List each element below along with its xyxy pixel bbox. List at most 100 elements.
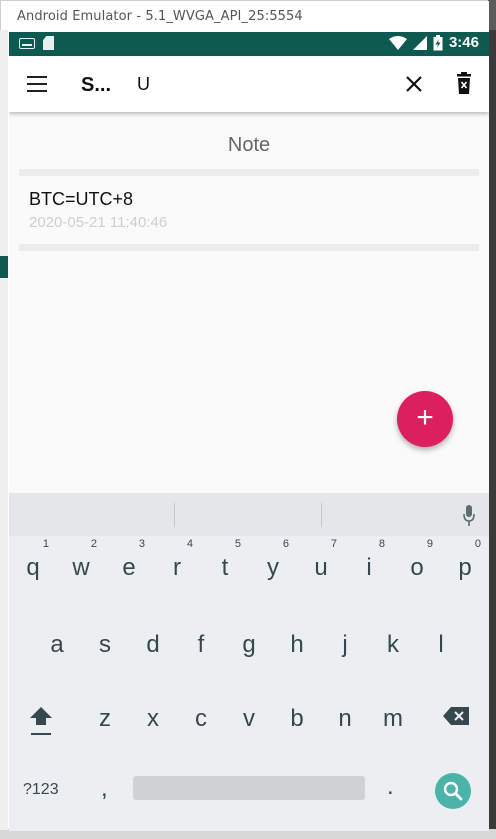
note-title: BTC=UTC+8	[29, 189, 134, 209]
search-key[interactable]	[435, 773, 471, 809]
desktop-background-left-accent	[0, 256, 8, 278]
key-b[interactable]: b	[277, 689, 317, 733]
key-l[interactable]: l	[421, 615, 461, 659]
key-label: l	[438, 631, 444, 658]
key-label: k	[387, 631, 399, 658]
shift-icon[interactable]	[29, 705, 53, 737]
key-label: b	[290, 705, 304, 732]
backspace-icon[interactable]	[443, 707, 469, 725]
key-label: y	[267, 554, 279, 581]
key-hint: 6	[282, 538, 289, 550]
key-t[interactable]: 5t	[205, 538, 245, 582]
app-title: S...	[81, 74, 112, 96]
key-e[interactable]: 3e	[109, 538, 149, 582]
emulator-window: Android Emulator - 5.1_WVGA_API_25:5554	[0, 0, 489, 831]
menu-icon[interactable]	[27, 76, 47, 92]
key-n[interactable]: n	[325, 689, 365, 733]
key-x[interactable]: x	[133, 689, 173, 733]
key-label: q	[26, 554, 40, 581]
key-v[interactable]: v	[229, 689, 269, 733]
window-title-bar[interactable]: Android Emulator - 5.1_WVGA_API_25:5554	[1, 1, 489, 32]
add-note-button[interactable]: +	[397, 391, 453, 447]
key-label: e	[122, 554, 136, 581]
key-hint: 3	[138, 538, 145, 550]
delete-icon[interactable]	[455, 72, 473, 94]
key-label: c	[195, 705, 207, 732]
key-hint: 7	[330, 538, 337, 550]
key-hint: 2	[90, 538, 97, 550]
key-label: o	[410, 554, 424, 581]
key-m[interactable]: m	[373, 689, 413, 733]
window-title: Android Emulator - 5.1_WVGA_API_25:5554	[17, 9, 303, 24]
symbols-key[interactable]: ?123	[23, 781, 59, 799]
suggestion-bar	[9, 493, 489, 536]
key-f[interactable]: f	[181, 615, 221, 659]
desktop-background-right	[488, 30, 496, 839]
key-hint: 9	[426, 538, 433, 550]
key-c[interactable]: c	[181, 689, 221, 733]
suggestion-divider	[321, 503, 322, 527]
key-z[interactable]: z	[85, 689, 125, 733]
key-label: u	[314, 554, 328, 581]
battery-icon	[433, 34, 443, 50]
key-label: t	[221, 554, 229, 581]
key-label: a	[50, 631, 64, 658]
key-label: j	[342, 631, 348, 658]
key-w[interactable]: 2w	[61, 538, 101, 582]
key-k[interactable]: k	[373, 615, 413, 659]
key-label: n	[338, 705, 352, 732]
key-label: m	[383, 705, 403, 732]
close-icon[interactable]	[403, 73, 425, 95]
key-j[interactable]: j	[325, 615, 365, 659]
key-q[interactable]: 1q	[13, 538, 53, 582]
space-key[interactable]	[133, 776, 365, 800]
key-g[interactable]: g	[229, 615, 269, 659]
key-label: f	[197, 631, 205, 658]
key-y[interactable]: 6y	[253, 538, 293, 582]
key-h[interactable]: h	[277, 615, 317, 659]
sd-card-icon	[43, 36, 54, 50]
key-d[interactable]: d	[133, 615, 173, 659]
key-hint: 1	[42, 538, 49, 550]
key-label: r	[173, 554, 181, 581]
keyboard-notification-icon	[19, 37, 35, 49]
key-label: i	[366, 554, 372, 581]
status-clock: 3:46	[448, 34, 479, 51]
key-i[interactable]: 8i	[349, 538, 389, 582]
microphone-icon[interactable]	[463, 505, 475, 527]
key-label: p	[458, 554, 472, 581]
key-label: z	[99, 705, 111, 732]
search-icon	[443, 781, 463, 801]
key-label: d	[146, 631, 160, 658]
note-list-item[interactable]: BTC=UTC+8 2020-05-21 11:40:46	[19, 178, 479, 244]
key-label: w	[72, 554, 90, 581]
key-u[interactable]: 7u	[301, 538, 341, 582]
desktop-background-left	[0, 30, 8, 830]
key-label: g	[242, 631, 256, 658]
status-bar: 3:46	[9, 32, 489, 56]
signal-icon	[412, 35, 427, 50]
key-hint: 4	[186, 538, 193, 550]
key-label: h	[290, 631, 304, 658]
key-a[interactable]: a	[37, 615, 77, 659]
suggestion-divider	[174, 503, 175, 527]
key-r[interactable]: 4r	[157, 538, 197, 582]
period-key[interactable]: .	[387, 773, 394, 801]
key-hint: 5	[234, 538, 241, 550]
key-label: s	[99, 631, 111, 658]
key-p[interactable]: 0p	[445, 538, 485, 582]
comma-key[interactable]: ,	[101, 775, 108, 803]
key-o[interactable]: 9o	[397, 538, 437, 582]
soft-keyboard: 1q2w3e4r5t6y7u8i9o0p asdfghjkl zxcvbnm ?…	[9, 493, 489, 831]
key-hint: 0	[474, 538, 481, 550]
section-header: Note	[227, 134, 271, 156]
device-screen: 3:46 S... U Note BTC=UTC+8 2020-05-21 11…	[9, 32, 489, 831]
key-label: x	[147, 705, 159, 732]
divider	[19, 244, 479, 251]
key-hint: 8	[378, 538, 385, 550]
note-timestamp: 2020-05-21 11:40:46	[29, 214, 168, 231]
search-input[interactable]: U	[137, 74, 150, 95]
key-s[interactable]: s	[85, 615, 125, 659]
key-label: v	[243, 705, 255, 732]
app-bar: S... U	[9, 56, 489, 112]
